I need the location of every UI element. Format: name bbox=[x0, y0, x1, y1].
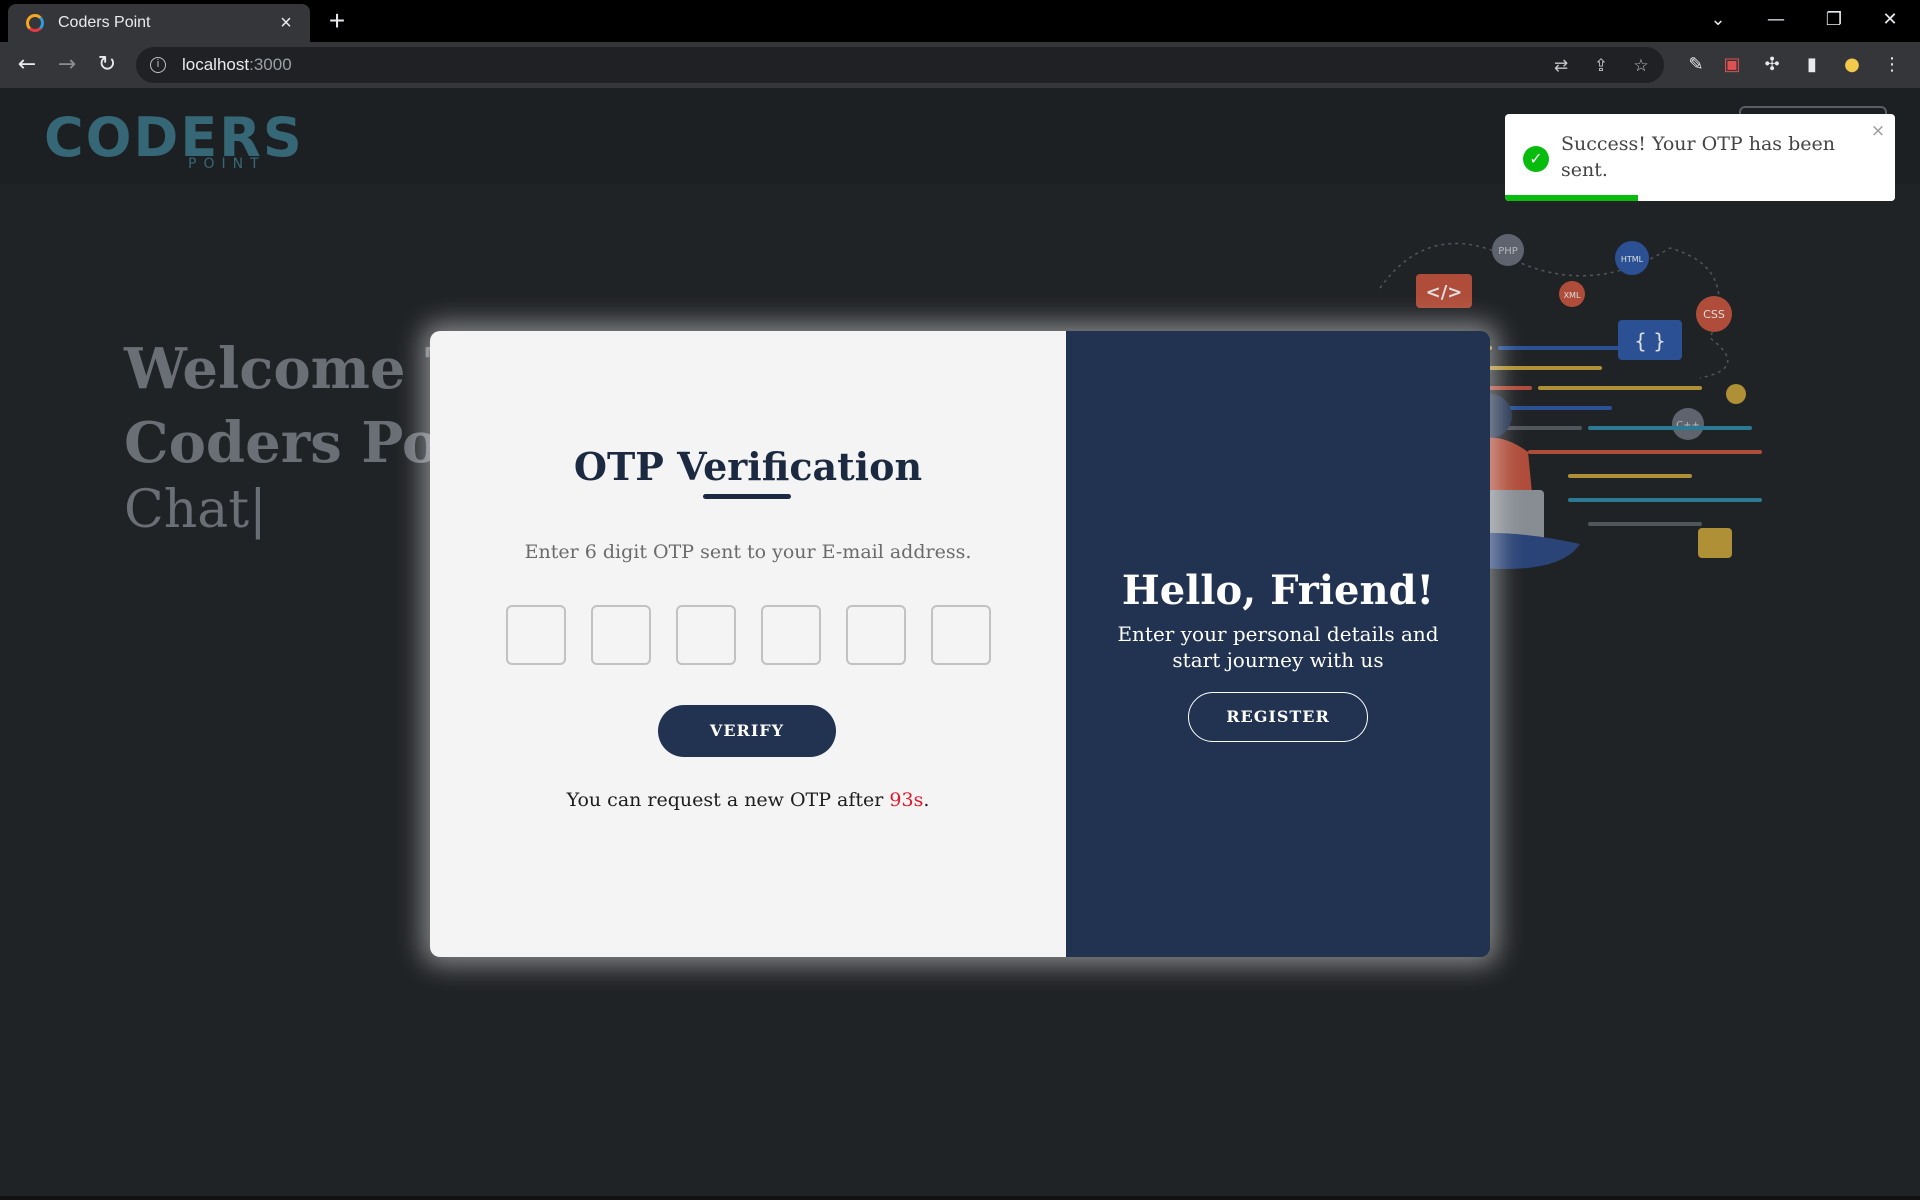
success-toast: ✓ Success! Your OTP has been sent. × bbox=[1505, 114, 1895, 201]
php-badge: PHP bbox=[1498, 246, 1518, 257]
profile-avatar-icon[interactable]: ● bbox=[1840, 53, 1864, 77]
otp-digit-input-2[interactable] bbox=[591, 605, 651, 665]
url-host: localhost bbox=[182, 55, 250, 74]
extensions-puzzle-icon[interactable]: ✣ bbox=[1760, 53, 1784, 77]
resend-suffix: . bbox=[923, 789, 930, 811]
tab-strip: Coders Point × + ⌄ — ❐ ✕ bbox=[0, 0, 1920, 42]
otp-digit-input-6[interactable] bbox=[931, 605, 991, 665]
tab-close-button[interactable]: × bbox=[274, 12, 298, 35]
resend-prefix: You can request a new OTP after bbox=[566, 789, 890, 811]
welcome-panel: Hello, Friend! Enter your personal detai… bbox=[1066, 331, 1490, 957]
toast-progress-bar bbox=[1505, 195, 1638, 201]
side-panel-icon[interactable]: ▮ bbox=[1800, 53, 1824, 77]
register-button[interactable]: REGISTER bbox=[1188, 692, 1368, 742]
browser-tab[interactable]: Coders Point × bbox=[8, 4, 310, 42]
verify-button[interactable]: VERIFY bbox=[658, 705, 836, 757]
otp-form-panel: OTP Verification Enter 6 digit OTP sent … bbox=[430, 331, 1066, 957]
resend-notice: You can request a new OTP after 93s. bbox=[430, 789, 1066, 811]
code-tag-icon: </> bbox=[1426, 282, 1463, 303]
toast-message: Success! Your OTP has been sent. bbox=[1561, 133, 1835, 181]
bookmark-star-icon[interactable]: ☆ bbox=[1630, 55, 1652, 77]
address-bar[interactable]: i localhost:3000 ⇄ ⇪ ☆ bbox=[136, 47, 1664, 83]
favicon-icon bbox=[26, 14, 44, 32]
coders-point-logo[interactable]: CODERS POINT bbox=[40, 96, 302, 176]
forward-icon[interactable]: → bbox=[52, 50, 82, 80]
translate-icon[interactable]: ⇄ bbox=[1550, 55, 1572, 77]
reload-icon[interactable]: ↻ bbox=[92, 50, 122, 80]
html-badge: HTML bbox=[1621, 255, 1644, 264]
hello-heading: Hello, Friend! bbox=[1121, 567, 1435, 614]
toast-progress-track bbox=[1505, 195, 1895, 201]
browser-menu-icon[interactable]: ⋮ bbox=[1880, 53, 1904, 77]
xml-badge: XML bbox=[1564, 291, 1581, 300]
success-check-icon: ✓ bbox=[1523, 146, 1549, 172]
tab-search-button[interactable]: ⌄ bbox=[1698, 4, 1738, 36]
otp-digit-input-5[interactable] bbox=[846, 605, 906, 665]
url-port: :3000 bbox=[249, 55, 292, 74]
otp-description: Enter 6 digit OTP sent to your E-mail ad… bbox=[524, 541, 972, 563]
back-icon[interactable]: ← bbox=[12, 50, 42, 80]
site-info-icon[interactable]: i bbox=[150, 57, 166, 73]
tab-title: Coders Point bbox=[58, 14, 151, 31]
bottom-edge bbox=[0, 1196, 1920, 1200]
title-underline bbox=[703, 494, 791, 499]
toast-close-button[interactable]: × bbox=[1869, 122, 1887, 140]
minimize-button[interactable]: — bbox=[1756, 4, 1796, 36]
otp-modal: OTP Verification Enter 6 digit OTP sent … bbox=[430, 331, 1490, 957]
new-tab-button[interactable]: + bbox=[322, 6, 352, 36]
resend-timer: 93s bbox=[889, 789, 924, 811]
extension-red-icon[interactable]: ▣ bbox=[1720, 53, 1744, 77]
hello-subtext: Enter your personal details and start jo… bbox=[1117, 622, 1439, 672]
browser-toolbar: ← → ↻ i localhost:3000 ⇄ ⇪ ☆ bbox=[0, 42, 1920, 88]
hero-typing-text: Chat| bbox=[124, 480, 267, 540]
braces-icon: { } bbox=[1634, 329, 1666, 353]
extension-pen-icon[interactable]: ✎ bbox=[1684, 53, 1708, 77]
restore-button[interactable]: ❐ bbox=[1814, 4, 1854, 36]
share-icon[interactable]: ⇪ bbox=[1590, 55, 1612, 77]
css-badge: CSS bbox=[1703, 308, 1725, 321]
logo-subtext: POINT bbox=[188, 156, 266, 172]
otp-digit-input-1[interactable] bbox=[506, 605, 566, 665]
window-close-button[interactable]: ✕ bbox=[1870, 4, 1910, 36]
otp-digit-input-3[interactable] bbox=[676, 605, 736, 665]
otp-title: OTP Verification bbox=[573, 444, 923, 489]
otp-digit-input-4[interactable] bbox=[761, 605, 821, 665]
